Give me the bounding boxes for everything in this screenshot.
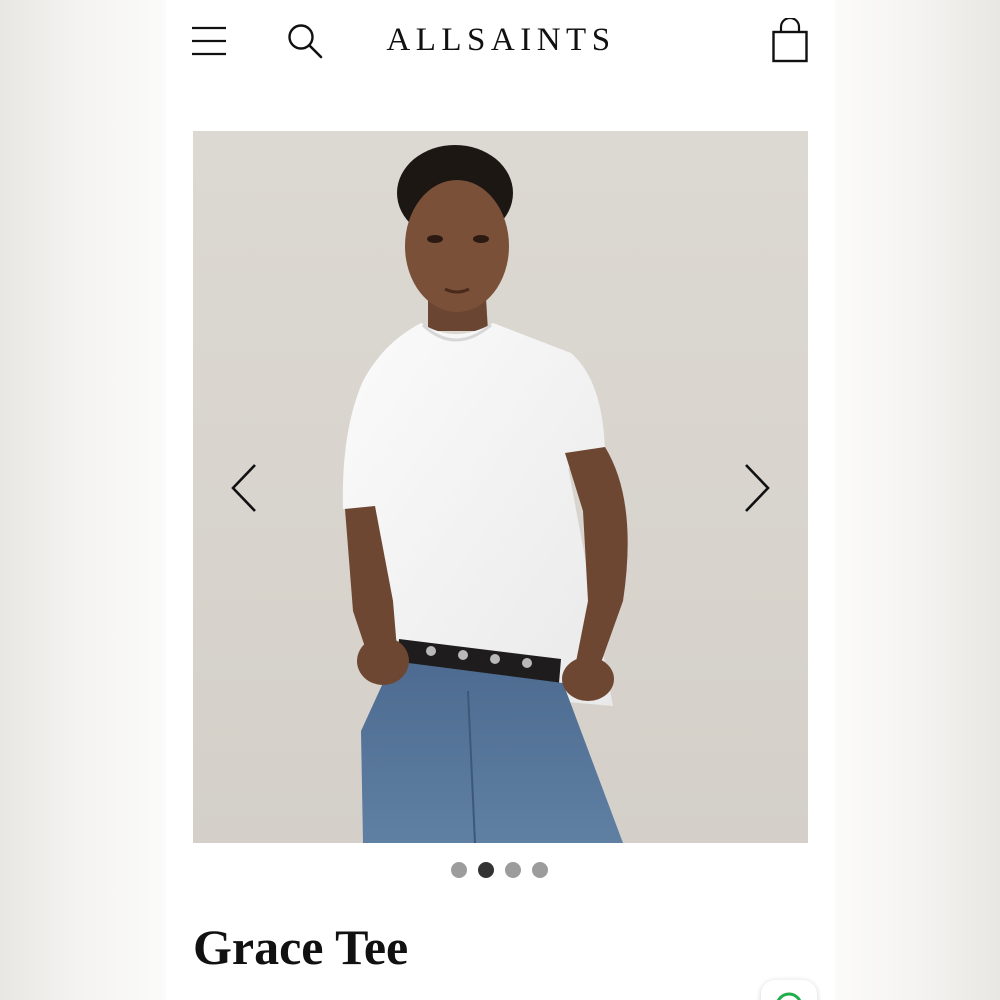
carousel-dot[interactable] [532, 862, 548, 878]
chevron-left-icon [231, 464, 256, 512]
next-image-button[interactable] [738, 461, 778, 515]
product-photo [342, 145, 628, 843]
search-button[interactable] [286, 22, 324, 60]
hamburger-menu-icon [192, 26, 226, 56]
carousel-dot[interactable] [505, 862, 521, 878]
carousel-dot-active[interactable] [478, 862, 494, 878]
shopping-bag-button[interactable] [770, 16, 810, 64]
mobile-page: ALLSAINTS Grace Tee [166, 0, 835, 1000]
chat-bubble-icon [776, 992, 802, 1000]
product-title: Grace Tee [193, 919, 409, 975]
carousel-pagination [451, 862, 548, 878]
search-icon [288, 24, 323, 59]
previous-image-button[interactable] [223, 461, 263, 515]
site-header: ALLSAINTS [166, 0, 835, 84]
chat-button[interactable] [761, 980, 817, 1000]
product-image-carousel[interactable] [193, 131, 808, 843]
shopping-bag-icon [772, 16, 808, 63]
brand-logo[interactable]: ALLSAINTS [346, 22, 656, 59]
menu-button[interactable] [192, 24, 226, 58]
chevron-right-icon [745, 464, 770, 512]
carousel-dot[interactable] [451, 862, 467, 878]
